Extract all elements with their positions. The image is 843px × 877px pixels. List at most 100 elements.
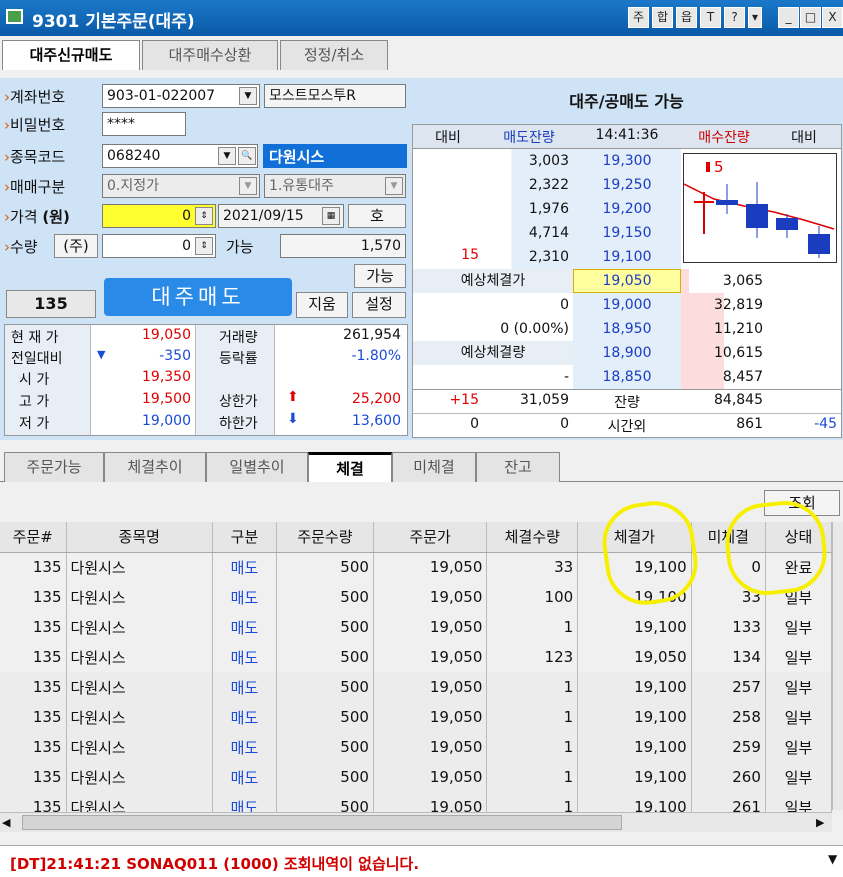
column-header[interactable]: 구분 — [212, 522, 277, 553]
account-label: ›계좌번호 — [4, 88, 66, 106]
ask-row[interactable]: 3,003 19,300 — [413, 149, 681, 173]
bid-row[interactable]: - 18,850 8,457 — [413, 365, 841, 389]
bid-row[interactable]: 0 19,000 32,819 — [413, 293, 841, 317]
tab-unexecuted[interactable]: 미체결 — [392, 452, 476, 482]
ask-price[interactable]: 19,300 — [573, 149, 681, 173]
column-header[interactable]: 체결수량 — [486, 522, 579, 553]
vertical-scrollbar[interactable] — [832, 522, 843, 810]
submit-button[interactable]: 대주매도 — [104, 278, 292, 316]
tab-balance[interactable]: 잔고 — [476, 452, 560, 482]
table-cell: 33 — [486, 552, 579, 582]
vol-value: 261,954 — [343, 327, 401, 343]
maximize-button[interactable]: □ — [800, 7, 821, 28]
column-header[interactable]: 주문가 — [373, 522, 488, 553]
table-cell: 매도 — [212, 672, 277, 702]
qty-unit-button[interactable]: (주) — [54, 234, 98, 258]
table-cell: 일부 — [765, 702, 833, 732]
bid-price[interactable]: 19,000 — [573, 293, 681, 317]
close-button[interactable]: X — [822, 7, 843, 28]
ask-price[interactable]: 19,150 — [573, 221, 681, 245]
bid-left: 0 (0.00%) — [500, 321, 569, 337]
help-button[interactable]: ? — [724, 7, 745, 28]
ask-price[interactable]: 19,200 — [573, 197, 681, 221]
table-cell: 133 — [691, 612, 766, 642]
ask-price[interactable]: 19,100 — [573, 245, 681, 269]
column-header[interactable]: 체결가 — [577, 522, 692, 553]
account-input[interactable]: 903-01-022007 — [102, 84, 260, 108]
table-cell: 매도 — [212, 552, 277, 582]
clear-button[interactable]: 지움 — [296, 292, 348, 318]
tool-button-3[interactable]: 읍 — [676, 7, 697, 28]
trade-type2-dropdown-icon[interactable]: ▼ — [385, 177, 403, 195]
order-count: 135 — [6, 290, 96, 318]
tab-orderable[interactable]: 주문가능 — [4, 452, 104, 482]
table-cell: 260 — [691, 762, 766, 792]
column-header[interactable]: 종목명 — [66, 522, 214, 553]
trade-type-select[interactable]: 0.지정가 — [102, 174, 260, 198]
column-header[interactable]: 상태 — [765, 522, 833, 553]
table-cell: 일부 — [765, 642, 833, 672]
bid-price[interactable]: 18,900 — [573, 341, 681, 365]
ask-row[interactable]: 15 2,310 19,100 — [413, 245, 681, 269]
scroll-left-icon[interactable]: ◀ — [2, 816, 10, 829]
scroll-right-icon[interactable]: ▶ — [816, 816, 824, 829]
account-dropdown-icon[interactable]: ▼ — [239, 87, 257, 105]
tool-button-1[interactable]: 주 — [628, 7, 649, 28]
bid-price[interactable]: 18,850 — [573, 365, 681, 389]
open-label: 시 가 — [19, 372, 50, 388]
possible-button[interactable]: 가능 — [354, 264, 406, 288]
tab-daily-trend[interactable]: 일별추이 — [206, 452, 308, 482]
ask-qty: 2,322 — [485, 173, 573, 197]
column-header[interactable]: 주문# — [0, 522, 67, 553]
status-dropdown-icon[interactable]: ▼ — [828, 852, 837, 866]
trade-type-dropdown-icon[interactable]: ▼ — [239, 177, 257, 195]
code-dropdown-icon[interactable]: ▼ — [218, 147, 236, 165]
query-button[interactable]: 조회 — [764, 490, 840, 516]
search-icon[interactable]: 🔍 — [238, 147, 256, 165]
cur-value: 19,050 — [142, 327, 191, 343]
qty-stepper-icon[interactable]: ⇕ — [195, 237, 213, 255]
table-row[interactable]: 135 다원시스 매도 500 19,050 1 19,100 259 일부 — [0, 732, 833, 762]
column-header[interactable]: 주문수량 — [276, 522, 374, 553]
table-row[interactable]: 135 다원시스 매도 500 19,050 1 19,100 133 일부 — [0, 612, 833, 642]
mini-chart: 5 — [683, 153, 837, 263]
table-row[interactable]: 135 다원시스 매도 500 19,050 123 19,050 134 일부 — [0, 642, 833, 672]
tab-new-short-sell[interactable]: 대주신규매도 — [2, 40, 140, 70]
table-row[interactable]: 135 다원시스 매도 500 19,050 1 19,100 258 일부 — [0, 702, 833, 732]
tab-exec-trend[interactable]: 체결추이 — [104, 452, 206, 482]
table-row[interactable]: 135 다원시스 매도 500 19,050 33 19,100 0 완료 — [0, 552, 833, 582]
table-cell: 19,100 — [577, 612, 692, 642]
tool-button-4[interactable]: T — [700, 7, 721, 28]
ask-row[interactable]: 1,976 19,200 — [413, 197, 681, 221]
calendar-icon[interactable]: ▦ — [322, 207, 340, 225]
price-stepper-icon[interactable]: ⇕ — [195, 207, 213, 225]
orderbook-title: 대주/공매도 가능 — [569, 92, 684, 111]
table-row[interactable]: 135 다원시스 매도 500 19,050 1 19,100 257 일부 — [0, 672, 833, 702]
tab-repay[interactable]: 대주매수상환 — [142, 40, 278, 70]
table-row[interactable]: 135 다원시스 매도 500 19,050 1 19,100 260 일부 — [0, 762, 833, 792]
table-cell: 500 — [276, 582, 374, 612]
ask-price[interactable]: 19,250 — [573, 173, 681, 197]
settings-button[interactable]: 설정 — [352, 292, 406, 318]
scroll-thumb[interactable] — [22, 815, 622, 830]
table-cell: 일부 — [765, 732, 833, 762]
ask-row[interactable]: 2,322 19,250 — [413, 173, 681, 197]
menu-button[interactable]: ▾ — [748, 7, 762, 28]
password-input[interactable]: **** — [102, 112, 186, 136]
table-row[interactable]: 135 다원시스 매도 500 19,050 100 19,100 33 일부 — [0, 582, 833, 612]
column-header[interactable]: 미체결 — [691, 522, 766, 553]
horizontal-scrollbar[interactable]: ◀ ▶ — [0, 812, 832, 832]
bid-price[interactable]: 18,950 — [573, 317, 681, 341]
tab-modify-cancel[interactable]: 정정/취소 — [280, 40, 388, 70]
bid-row[interactable]: 예상체결량 18,900 10,615 — [413, 341, 841, 365]
table-cell: 다원시스 — [66, 642, 214, 672]
tab-executions[interactable]: 체결 — [308, 452, 392, 482]
col-bid-qty: 매수잔량 — [698, 130, 750, 146]
tool-button-2[interactable]: 합 — [652, 7, 673, 28]
ho-button[interactable]: 호 — [348, 204, 406, 228]
table-cell: 123 — [486, 642, 579, 672]
bid-row[interactable]: 0 (0.00%) 18,950 11,210 — [413, 317, 841, 341]
execution-table: 주문# 종목명 구분 주문수량 주문가 체결수량 체결가 미체결 상태 135 다원시스 매도 500… — [0, 522, 833, 822]
ask-row[interactable]: 4,714 19,150 — [413, 221, 681, 245]
minimize-button[interactable]: _ — [778, 7, 799, 28]
